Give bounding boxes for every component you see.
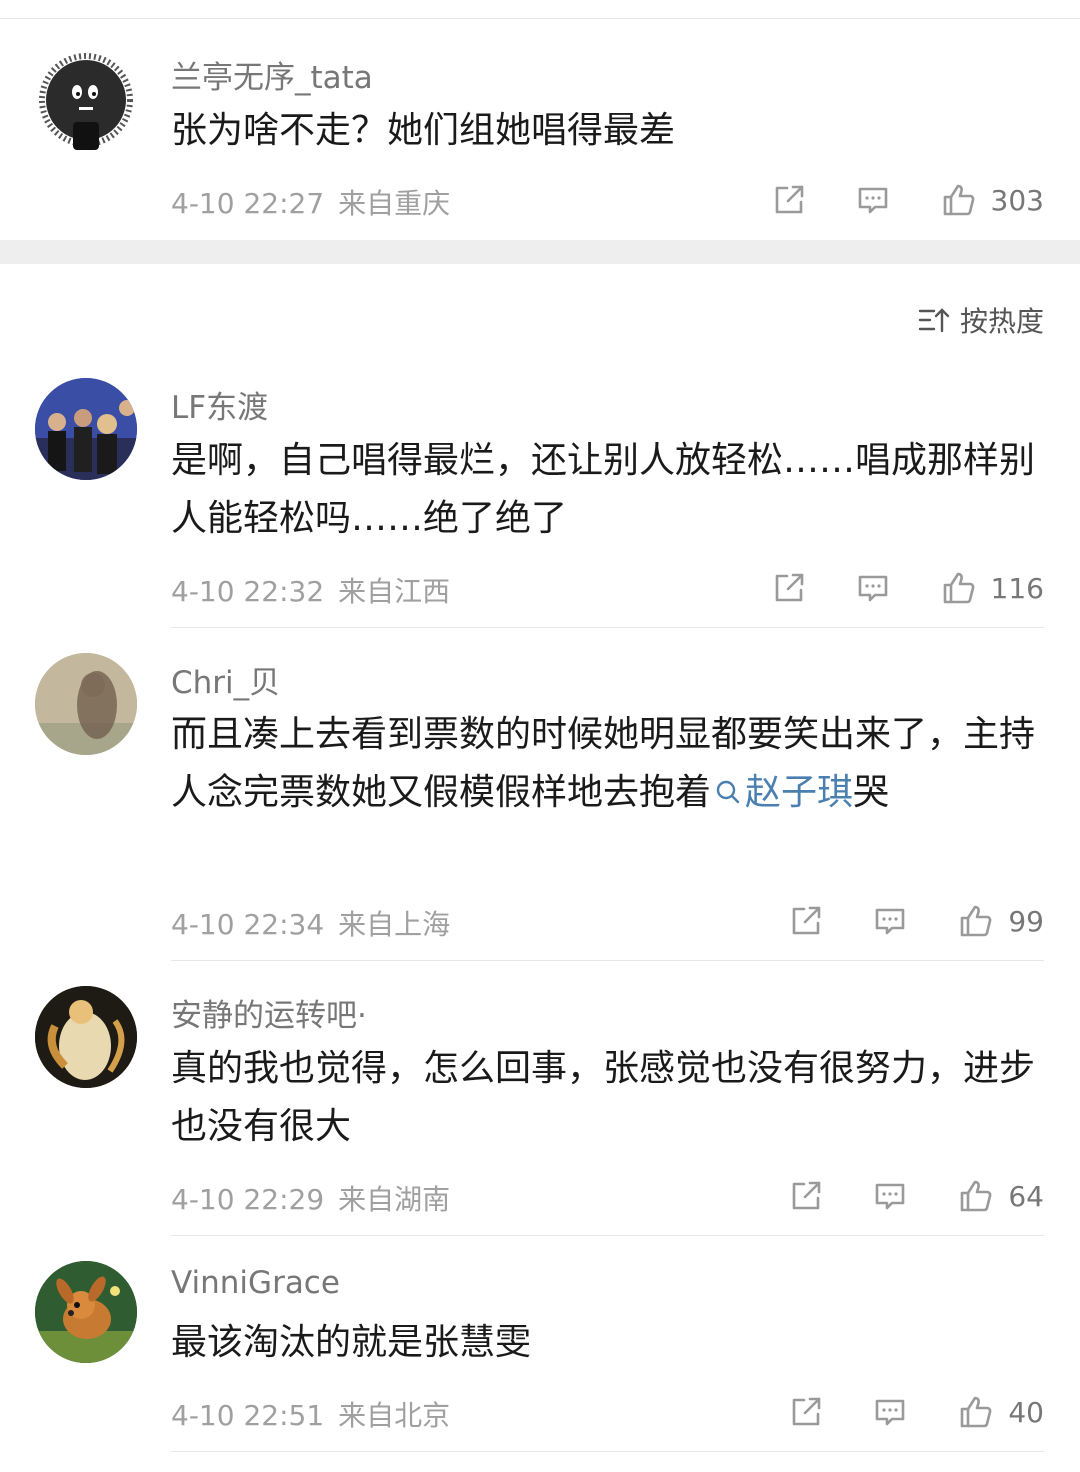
thumbs-up-icon[interactable] — [958, 1394, 994, 1430]
mention-text[interactable]: 赵子琪 — [745, 772, 853, 813]
sort-icon — [918, 308, 950, 333]
username[interactable]: 兰亭无序_tata — [171, 52, 373, 97]
share-icon[interactable] — [788, 1394, 824, 1430]
comment-icon[interactable] — [872, 1394, 908, 1430]
comment-meta: 4-10 22:51 来自北京 — [171, 1394, 450, 1434]
username[interactable]: VinniGrace — [171, 1265, 340, 1301]
comment-text: 真的我也觉得，怎么回事，张感觉也没有很努力，进步也没有很大 — [171, 1048, 1036, 1147]
sort-button[interactable]: 按热度 — [918, 300, 1044, 340]
location: 来自江西 — [338, 575, 451, 608]
action-bar: 303 — [771, 180, 1044, 220]
divider — [171, 1451, 1044, 1452]
timestamp: 4-10 22:51 — [171, 1399, 325, 1432]
comment-text-part: 哭 — [853, 772, 890, 813]
comment-icon[interactable] — [855, 570, 891, 606]
comment-text: 最该淘汰的就是张慧雯 — [171, 1322, 532, 1363]
comment-text-part: 而且凑上去看到票数的时候她明显都要笑出来了，主持人念完票数她又假模假样地去抱着 — [171, 714, 1036, 813]
comment-icon[interactable] — [872, 1178, 908, 1214]
comment-meta: 4-10 22:29 来自湖南 — [171, 1178, 450, 1218]
like-count: 40 — [1008, 1395, 1044, 1429]
username[interactable]: 安静的运转吧· — [171, 990, 367, 1035]
sort-label: 按热度 — [959, 305, 1044, 338]
comment-meta: 4-10 22:34 来自上海 — [171, 903, 450, 943]
search-mention-link[interactable]: 赵子琪 — [711, 772, 853, 813]
thumbs-up-icon[interactable] — [958, 1178, 994, 1214]
timestamp: 4-10 22:29 — [171, 1183, 325, 1216]
share-icon[interactable] — [771, 182, 807, 218]
action-bar: 99 — [788, 901, 1044, 941]
share-icon[interactable] — [788, 903, 824, 939]
action-bar: 40 — [788, 1392, 1044, 1432]
comment-text: 而且凑上去看到票数的时候她明显都要笑出来了，主持人念完票数她又假模假样地去抱着赵… — [171, 706, 1051, 822]
avatar[interactable] — [35, 986, 137, 1088]
like-count: 303 — [990, 183, 1044, 217]
comment-icon[interactable] — [855, 182, 891, 218]
comment-text: 张为啥不走？她们组她唱得最差 — [171, 110, 676, 151]
action-bar: 64 — [788, 1176, 1044, 1216]
divider — [171, 627, 1044, 628]
location: 来自重庆 — [338, 187, 451, 220]
location: 来自北京 — [338, 1399, 451, 1432]
timestamp: 4-10 22:34 — [171, 908, 325, 941]
share-icon[interactable] — [788, 1178, 824, 1214]
location: 来自上海 — [338, 908, 451, 941]
comment-icon[interactable] — [872, 903, 908, 939]
username[interactable]: Chri_贝 — [171, 657, 280, 702]
avatar[interactable] — [35, 1261, 137, 1363]
like-count: 99 — [1008, 904, 1044, 938]
timestamp: 4-10 22:27 — [171, 187, 325, 220]
comment-text: 是啊，自己唱得最烂，还让别人放轻松……唱成那样别人能轻松吗……绝了绝了 — [171, 440, 1036, 539]
divider — [171, 1235, 1044, 1236]
search-icon — [716, 780, 740, 804]
comment-meta: 4-10 22:27 来自重庆 — [171, 182, 450, 222]
timestamp: 4-10 22:32 — [171, 575, 325, 608]
thumbs-up-icon[interactable] — [941, 570, 977, 606]
like-count: 64 — [1008, 1179, 1044, 1213]
avatar[interactable] — [35, 378, 137, 480]
location: 来自湖南 — [338, 1183, 451, 1216]
section-separator — [0, 240, 1080, 264]
thumbs-up-icon[interactable] — [941, 182, 977, 218]
comment-meta: 4-10 22:32 来自江西 — [171, 570, 450, 610]
divider — [171, 960, 1044, 961]
share-icon[interactable] — [771, 570, 807, 606]
username[interactable]: LF东渡 — [171, 382, 268, 427]
avatar[interactable] — [35, 653, 137, 755]
thumbs-up-icon[interactable] — [958, 903, 994, 939]
action-bar: 116 — [771, 568, 1044, 608]
top-divider — [0, 18, 1080, 19]
avatar[interactable] — [35, 52, 137, 154]
like-count: 116 — [990, 571, 1044, 605]
